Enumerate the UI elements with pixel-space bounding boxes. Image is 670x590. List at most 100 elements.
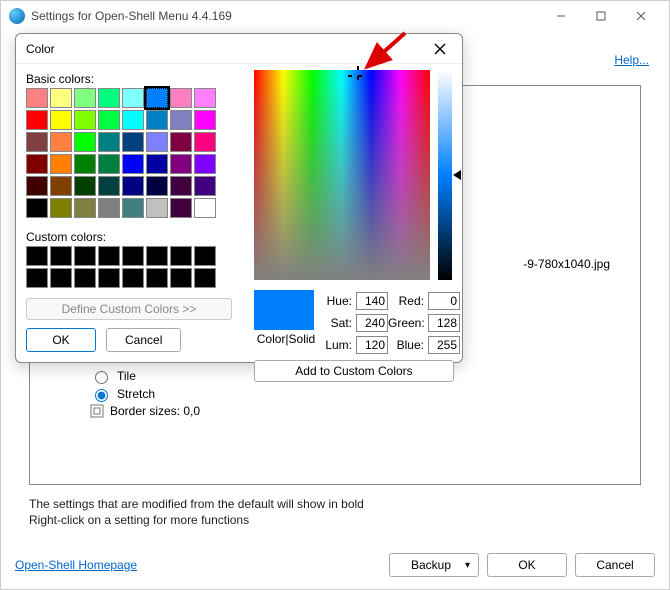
basic-color-swatch[interactable] [122,110,144,130]
basic-color-swatch[interactable] [26,198,48,218]
maximize-button[interactable] [581,2,621,30]
custom-color-swatch[interactable] [122,268,144,288]
sat-label: Sat: [322,316,352,330]
help-link[interactable]: Help... [614,53,649,67]
basic-color-swatch[interactable] [170,132,192,152]
custom-color-swatch[interactable] [98,246,120,266]
main-ok-button[interactable]: OK [487,553,567,577]
basic-color-swatch[interactable] [74,154,96,174]
basic-color-swatch[interactable] [194,154,216,174]
custom-color-swatch[interactable] [194,246,216,266]
custom-color-swatch[interactable] [170,268,192,288]
basic-color-swatch[interactable] [122,154,144,174]
homepage-link[interactable]: Open-Shell Homepage [15,558,137,572]
basic-color-swatch[interactable] [170,198,192,218]
custom-color-swatch[interactable] [122,246,144,266]
basic-color-swatch[interactable] [194,132,216,152]
basic-color-swatch[interactable] [194,198,216,218]
basic-color-swatch[interactable] [26,88,48,108]
basic-color-swatch[interactable] [122,176,144,196]
basic-color-swatch[interactable] [146,132,168,152]
basic-color-swatch[interactable] [50,154,72,174]
hue-input[interactable] [356,292,388,310]
custom-color-swatch[interactable] [74,268,96,288]
basic-color-swatch[interactable] [170,176,192,196]
radio-tile[interactable] [95,371,108,384]
color-cancel-button[interactable]: Cancel [106,328,181,352]
basic-color-swatch[interactable] [26,154,48,174]
app-icon [9,8,25,24]
custom-color-swatch[interactable] [50,268,72,288]
bottom-bar: Open-Shell Homepage Backup OK Cancel [15,553,655,577]
red-label: Red: [388,294,424,308]
radio-stretch-label: Stretch [117,387,155,401]
basic-color-swatch[interactable] [50,176,72,196]
custom-color-swatch[interactable] [146,268,168,288]
custom-color-swatch[interactable] [26,268,48,288]
basic-color-swatch[interactable] [146,110,168,130]
basic-color-swatch[interactable] [74,198,96,218]
basic-color-swatch[interactable] [98,198,120,218]
custom-color-swatch[interactable] [26,246,48,266]
basic-color-swatch[interactable] [26,132,48,152]
custom-color-swatch[interactable] [170,246,192,266]
hue-label: Hue: [322,294,352,308]
basic-color-swatch[interactable] [98,88,120,108]
radio-stretch-row[interactable]: Stretch [90,386,640,402]
custom-color-swatch[interactable] [50,246,72,266]
basic-color-swatch[interactable] [194,110,216,130]
color-solid-label: Color|Solid [254,332,318,346]
luminance-slider[interactable] [438,70,452,280]
basic-color-swatch[interactable] [122,88,144,108]
minimize-button[interactable] [541,2,581,30]
lum-label: Lum: [322,338,352,352]
custom-color-swatch[interactable] [74,246,96,266]
basic-color-swatch[interactable] [146,154,168,174]
close-button[interactable] [621,2,661,30]
basic-color-swatch[interactable] [74,132,96,152]
basic-color-swatch[interactable] [50,198,72,218]
basic-color-swatch[interactable] [194,176,216,196]
basic-color-swatch[interactable] [98,154,120,174]
gradient-crosshair [354,72,362,80]
basic-color-swatch[interactable] [26,176,48,196]
color-ok-button[interactable]: OK [26,328,96,352]
basic-color-swatch[interactable] [170,110,192,130]
basic-color-swatch[interactable] [194,88,216,108]
backup-dropdown[interactable]: Backup [389,553,479,577]
basic-color-swatch[interactable] [74,110,96,130]
basic-color-swatch[interactable] [26,110,48,130]
custom-color-swatch[interactable] [98,268,120,288]
border-sizes-label: Border sizes: 0,0 [110,404,200,418]
define-custom-colors-button[interactable]: Define Custom Colors >> [26,298,232,320]
basic-color-swatch[interactable] [50,110,72,130]
basic-color-swatch[interactable] [146,176,168,196]
basic-color-swatch[interactable] [146,88,168,108]
basic-color-swatch[interactable] [122,198,144,218]
basic-color-swatch[interactable] [170,154,192,174]
basic-color-swatch[interactable] [122,132,144,152]
main-cancel-button[interactable]: Cancel [575,553,655,577]
sat-input[interactable] [356,314,388,332]
basic-color-swatch[interactable] [98,176,120,196]
custom-color-swatch[interactable] [194,268,216,288]
color-dialog-close-button[interactable] [428,37,452,61]
basic-color-swatch[interactable] [74,88,96,108]
custom-color-swatch[interactable] [146,246,168,266]
radio-stretch[interactable] [95,389,108,402]
basic-color-swatch[interactable] [50,88,72,108]
basic-color-swatch[interactable] [74,176,96,196]
green-input[interactable] [428,314,460,332]
basic-color-swatch[interactable] [98,132,120,152]
border-sizes-row[interactable]: Border sizes: 0,0 [90,404,640,418]
basic-color-swatch[interactable] [98,110,120,130]
footer-note: The settings that are modified from the … [29,497,364,528]
add-to-custom-button[interactable]: Add to Custom Colors [254,360,454,382]
basic-color-swatch[interactable] [146,198,168,218]
red-input[interactable] [428,292,460,310]
basic-color-swatch[interactable] [50,132,72,152]
lum-input[interactable] [356,336,388,354]
color-gradient-picker[interactable] [254,70,430,280]
basic-color-swatch[interactable] [170,88,192,108]
blue-input[interactable] [428,336,460,354]
